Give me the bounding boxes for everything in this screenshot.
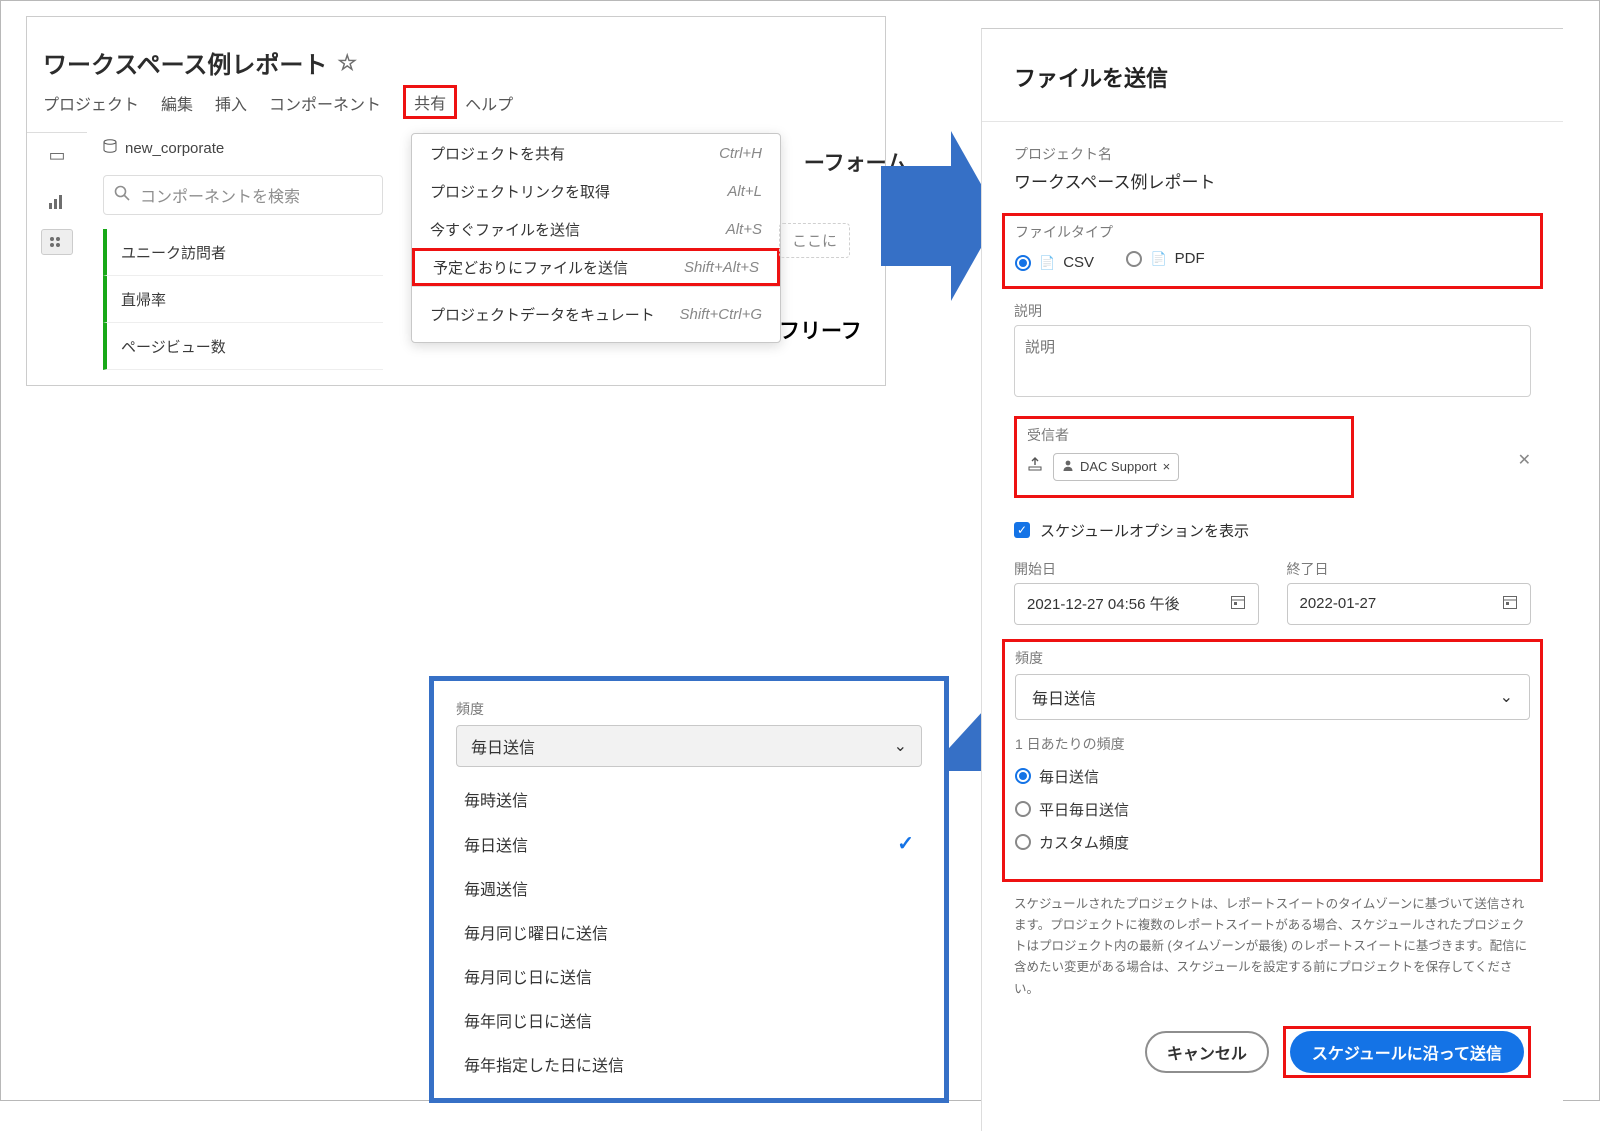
freqpop-label: 頻度 xyxy=(456,699,922,719)
metric-item[interactable]: ユニーク訪問者 xyxy=(103,229,383,276)
menu-share[interactable]: 共有 xyxy=(403,85,457,119)
share-project[interactable]: プロジェクトを共有Ctrl+H xyxy=(412,134,780,172)
description-input[interactable] xyxy=(1014,325,1531,397)
frequency-section: 頻度 毎日送信 ⌄ 1 日あたりの頻度 毎日送信 平日毎日送信 カスタム頻度 xyxy=(1002,639,1543,882)
menu-project[interactable]: プロジェクト xyxy=(43,89,149,123)
nav-visualize-icon[interactable] xyxy=(27,178,87,223)
curate-project-data[interactable]: プロジェクトデータをキュレートShift+Ctrl+G xyxy=(412,286,780,342)
schedule-note: スケジュールされたプロジェクトは、レポートスイートのタイムゾーンに基づいて送信さ… xyxy=(1014,894,1531,1000)
daily-opt-everyday[interactable]: 毎日送信 xyxy=(1015,766,1530,787)
freq-opt-hourly[interactable]: 毎時送信 xyxy=(456,777,922,821)
description-label: 説明 xyxy=(1014,301,1531,321)
menu-component[interactable]: コンポーネント xyxy=(269,89,391,123)
annotation-arrow xyxy=(881,166,951,266)
menubar: プロジェクト 編集 挿入 コンポーネント 共有 ヘルプ xyxy=(43,89,535,123)
segment-dropzone[interactable]: ここに xyxy=(779,223,850,258)
recipients-section: 受信者 DAC Support × xyxy=(1014,416,1354,498)
panel-name-partial: ーフォーム xyxy=(727,147,907,177)
send-on-schedule-button[interactable]: スケジュールに沿って送信 xyxy=(1290,1031,1524,1073)
filetype-pdf-radio[interactable]: 📄PDF xyxy=(1126,250,1204,267)
project-title: ワークスペース例レポート xyxy=(43,45,327,80)
chevron-down-icon: ⌄ xyxy=(1500,687,1513,707)
freq-opt-monthly-dow[interactable]: 毎月同じ曜日に送信 xyxy=(456,910,922,954)
filetype-label: ファイルタイプ xyxy=(1015,222,1530,242)
share-dropdown: プロジェクトを共有Ctrl+H プロジェクトリンクを取得Alt+L 今すぐファイ… xyxy=(411,133,781,343)
recipient-chip[interactable]: DAC Support × xyxy=(1053,453,1179,481)
checkbox-icon: ✓ xyxy=(1014,522,1030,538)
favorite-icon[interactable]: ☆ xyxy=(337,50,357,76)
report-suite-name: new_corporate xyxy=(125,140,224,157)
frequency-label: 頻度 xyxy=(1015,648,1530,668)
freeform-label-partial: フリーフ xyxy=(779,315,862,345)
menu-help[interactable]: ヘルプ xyxy=(465,89,523,123)
filetype-csv-radio[interactable]: 📄CSV xyxy=(1015,254,1094,271)
file-icon: 📄 xyxy=(1039,255,1055,271)
start-date-input[interactable]: 2021-12-27 04:56 午後 xyxy=(1014,583,1259,625)
send-file-now[interactable]: 今すぐファイルを送信Alt+S xyxy=(412,210,780,248)
project-name-label: プロジェクト名 xyxy=(1014,144,1531,164)
recipients-label: 受信者 xyxy=(1027,425,1341,445)
freq-opt-yearly-spec[interactable]: 毎年指定した日に送信 xyxy=(456,1042,922,1086)
frequency-popup: 頻度 毎日送信 ⌄ 毎時送信 毎日送信✓ 毎週送信 毎月同じ曜日に送信 毎月同じ… xyxy=(429,676,949,1103)
project-name-value: ワークスペース例レポート xyxy=(1014,168,1531,193)
cancel-button[interactable]: キャンセル xyxy=(1145,1031,1269,1073)
send-file-panel: ファイルを送信 プロジェクト名 ワークスペース例レポート ファイルタイプ 📄CS… xyxy=(981,28,1563,1131)
project-title-row: ワークスペース例レポート ☆ xyxy=(43,45,357,80)
schedule-toggle[interactable]: ✓ スケジュールオプションを表示 xyxy=(1014,520,1531,541)
upload-icon[interactable] xyxy=(1027,456,1043,477)
freq-opt-daily[interactable]: 毎日送信✓ xyxy=(456,821,922,866)
search-placeholder: コンポーネントを検索 xyxy=(140,183,300,207)
daily-opt-weekday[interactable]: 平日毎日送信 xyxy=(1015,799,1530,820)
component-search[interactable]: コンポーネントを検索 xyxy=(103,175,383,215)
check-icon: ✓ xyxy=(897,831,914,856)
start-date-label: 開始日 xyxy=(1014,559,1259,579)
search-icon xyxy=(114,185,130,206)
freqpop-select[interactable]: 毎日送信 ⌄ xyxy=(456,725,922,767)
workspace-area: ワークスペース例レポート ☆ プロジェクト 編集 挿入 コンポーネント 共有 ヘ… xyxy=(26,16,886,386)
user-icon xyxy=(1062,459,1074,474)
menu-insert[interactable]: 挿入 xyxy=(215,89,257,123)
remove-chip-icon[interactable]: × xyxy=(1163,459,1171,474)
filetype-section: ファイルタイプ 📄CSV 📄PDF xyxy=(1002,213,1543,289)
freq-opt-yearly-same[interactable]: 毎年同じ日に送信 xyxy=(456,998,922,1042)
send-button-highlight: スケジュールに沿って送信 xyxy=(1283,1026,1531,1078)
database-icon xyxy=(103,139,117,157)
clear-recipients-icon[interactable]: ✕ xyxy=(1518,450,1531,470)
panel-title: ファイルを送信 xyxy=(1014,61,1531,93)
metric-list: ユニーク訪問者 直帰率 ページビュー数 xyxy=(103,229,383,370)
calendar-icon xyxy=(1230,594,1246,614)
metric-item[interactable]: ページビュー数 xyxy=(103,323,383,370)
end-date-input[interactable]: 2022-01-27 xyxy=(1287,583,1532,625)
report-suite-selector[interactable]: new_corporate xyxy=(103,139,224,157)
metric-item[interactable]: 直帰率 xyxy=(103,276,383,323)
freq-opt-monthly-dom[interactable]: 毎月同じ日に送信 xyxy=(456,954,922,998)
chevron-down-icon: ⌄ xyxy=(894,736,907,756)
frequency-select[interactable]: 毎日送信 ⌄ xyxy=(1015,674,1530,720)
daily-freq-label: 1 日あたりの頻度 xyxy=(1015,734,1530,754)
get-project-link[interactable]: プロジェクトリンクを取得Alt+L xyxy=(412,172,780,210)
left-nav: ▭ xyxy=(27,132,87,261)
freq-opt-weekly[interactable]: 毎週送信 xyxy=(456,866,922,910)
end-date-label: 終了日 xyxy=(1287,559,1532,579)
file-icon: 📄 xyxy=(1150,251,1166,267)
calendar-icon xyxy=(1502,594,1518,614)
nav-panel-icon[interactable]: ▭ xyxy=(27,133,87,178)
daily-opt-custom[interactable]: カスタム頻度 xyxy=(1015,832,1530,853)
send-file-scheduled[interactable]: 予定どおりにファイルを送信Shift+Alt+S xyxy=(412,248,780,286)
nav-components-icon[interactable] xyxy=(41,229,73,255)
menu-edit[interactable]: 編集 xyxy=(161,89,203,123)
